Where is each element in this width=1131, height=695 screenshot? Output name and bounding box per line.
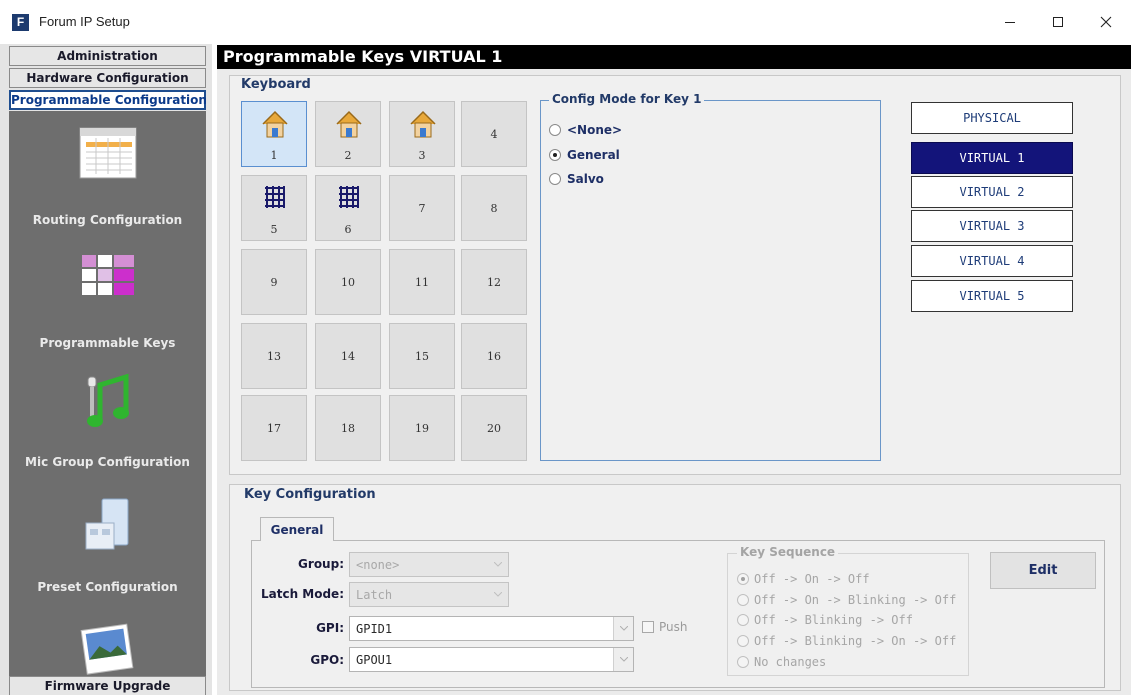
window-title-bar: F Forum IP Setup	[0, 0, 1131, 44]
window-title: Forum IP Setup	[39, 14, 130, 29]
nav-item-list: Routing Configuration Programmable Keys …	[9, 111, 206, 677]
key-18[interactable]: 18	[315, 395, 381, 461]
panel-button-virtual-5[interactable]: VIRTUAL 5	[911, 280, 1073, 312]
app-logo-icon: F	[12, 14, 29, 31]
microphone-note-icon	[87, 373, 129, 427]
radio-off-icon	[737, 635, 749, 647]
config-mode-title: Config Mode for Key 1	[549, 92, 705, 106]
close-button[interactable]	[1083, 6, 1129, 38]
radio-off-icon	[737, 614, 749, 626]
nav-item-label: Routing Configuration	[32, 213, 183, 227]
firmware-photo-icon	[80, 623, 134, 675]
grid-icon	[339, 186, 359, 208]
checkbox-unchecked-icon	[642, 621, 654, 633]
panel-button-virtual-4[interactable]: VIRTUAL 4	[911, 245, 1073, 277]
house-icon	[262, 110, 288, 138]
close-icon	[1100, 16, 1112, 28]
radio-off-icon	[737, 594, 749, 606]
panel-button-physical[interactable]: PHYSICAL	[911, 102, 1073, 134]
chevron-down-icon	[613, 617, 633, 640]
key-6[interactable]: 6	[315, 175, 381, 241]
minimize-button[interactable]	[987, 6, 1033, 38]
panel-button-virtual-1[interactable]: VIRTUAL 1	[911, 142, 1073, 174]
gpo-select[interactable]: GPOU1	[349, 647, 634, 672]
key-12[interactable]: 12	[461, 249, 527, 315]
nav-item-mic-group-configuration[interactable]: Mic Group Configuration	[9, 361, 206, 481]
grid-icon	[265, 186, 285, 208]
key-19[interactable]: 19	[389, 395, 455, 461]
nav-item-firmware-photo[interactable]	[9, 607, 206, 677]
key-5[interactable]: 5	[241, 175, 307, 241]
config-mode-salvo-radio[interactable]: Salvo	[549, 172, 604, 186]
page-title: Programmable Keys VIRTUAL 1	[217, 45, 1131, 69]
key-17[interactable]: 17	[241, 395, 307, 461]
panel-button-virtual-2[interactable]: VIRTUAL 2	[911, 176, 1073, 208]
radio-off-icon	[549, 124, 561, 136]
maximize-icon	[1053, 17, 1063, 27]
key-sequence-option[interactable]: Off -> Blinking -> Off	[737, 613, 913, 627]
house-icon	[410, 110, 436, 138]
house-icon	[336, 110, 362, 138]
key-sequence-option[interactable]: No changes	[737, 655, 826, 669]
nav-item-label: Programmable Keys	[39, 336, 176, 350]
navigation-sidebar: Administration Hardware Configuration Pr…	[0, 44, 212, 695]
key-15[interactable]: 15	[389, 323, 455, 389]
keys-grid-icon	[82, 255, 134, 295]
key-11[interactable]: 11	[389, 249, 455, 315]
chevron-down-icon	[613, 648, 633, 671]
latch-mode-select[interactable]: Latch	[349, 582, 509, 607]
chevron-down-icon	[488, 583, 508, 606]
key-sequence-option[interactable]: Off -> On -> Blinking -> Off	[737, 593, 956, 607]
key-sequence-option[interactable]: Off -> Blinking -> On -> Off	[737, 634, 956, 648]
group-label: Group:	[298, 557, 344, 571]
config-mode-none-radio[interactable]: <None>	[549, 123, 622, 137]
nav-item-label: Preset Configuration	[37, 580, 178, 594]
nav-item-routing-configuration[interactable]: Routing Configuration	[9, 114, 206, 234]
keyboard-section-title: Keyboard	[241, 77, 311, 92]
nav-header-programmable-configuration[interactable]: Programmable Configuration	[9, 90, 207, 110]
group-select[interactable]: <none>	[349, 552, 509, 577]
key-2[interactable]: 2	[315, 101, 381, 167]
key-1[interactable]: 1	[241, 101, 307, 167]
key-8[interactable]: 8	[461, 175, 527, 241]
key-sequence-option[interactable]: Off -> On -> Off	[737, 572, 870, 586]
radio-on-icon	[549, 149, 561, 161]
push-checkbox[interactable]: Push	[642, 620, 688, 634]
nav-item-preset-configuration[interactable]: Preset Configuration	[9, 485, 206, 605]
gpi-label: GPI:	[316, 621, 344, 635]
routing-grid-icon	[79, 127, 137, 179]
gpo-label: GPO:	[310, 653, 344, 667]
config-mode-general-radio[interactable]: General	[549, 148, 620, 162]
key-sequence-title: Key Sequence	[737, 545, 839, 559]
nav-header-administration[interactable]: Administration	[9, 46, 206, 66]
key-3[interactable]: 3	[389, 101, 455, 167]
key-9[interactable]: 9	[241, 249, 307, 315]
key-7[interactable]: 7	[389, 175, 455, 241]
key-14[interactable]: 14	[315, 323, 381, 389]
gpi-select[interactable]: GPID1	[349, 616, 634, 641]
panel-button-virtual-3[interactable]: VIRTUAL 3	[911, 210, 1073, 242]
preset-folder-icon	[85, 498, 129, 550]
key-configuration-title: Key Configuration	[244, 487, 376, 502]
nav-header-hardware-configuration[interactable]: Hardware Configuration	[9, 68, 206, 88]
nav-item-programmable-keys[interactable]: Programmable Keys	[9, 239, 206, 359]
key-16[interactable]: 16	[461, 323, 527, 389]
maximize-button[interactable]	[1035, 6, 1081, 38]
nav-item-label: Mic Group Configuration	[25, 455, 190, 469]
key-13[interactable]: 13	[241, 323, 307, 389]
tab-general[interactable]: General	[260, 517, 334, 541]
nav-footer-firmware-upgrade[interactable]: Firmware Upgrade	[9, 676, 206, 695]
key-4[interactable]: 4	[461, 101, 527, 167]
radio-off-icon	[549, 173, 561, 185]
radio-off-icon	[737, 656, 749, 668]
key-20[interactable]: 20	[461, 395, 527, 461]
key-10[interactable]: 10	[315, 249, 381, 315]
latch-mode-label: Latch Mode:	[260, 587, 344, 601]
chevron-down-icon	[488, 553, 508, 576]
radio-on-icon	[737, 573, 749, 585]
minimize-icon	[1005, 22, 1015, 23]
edit-button[interactable]: Edit	[990, 552, 1096, 589]
